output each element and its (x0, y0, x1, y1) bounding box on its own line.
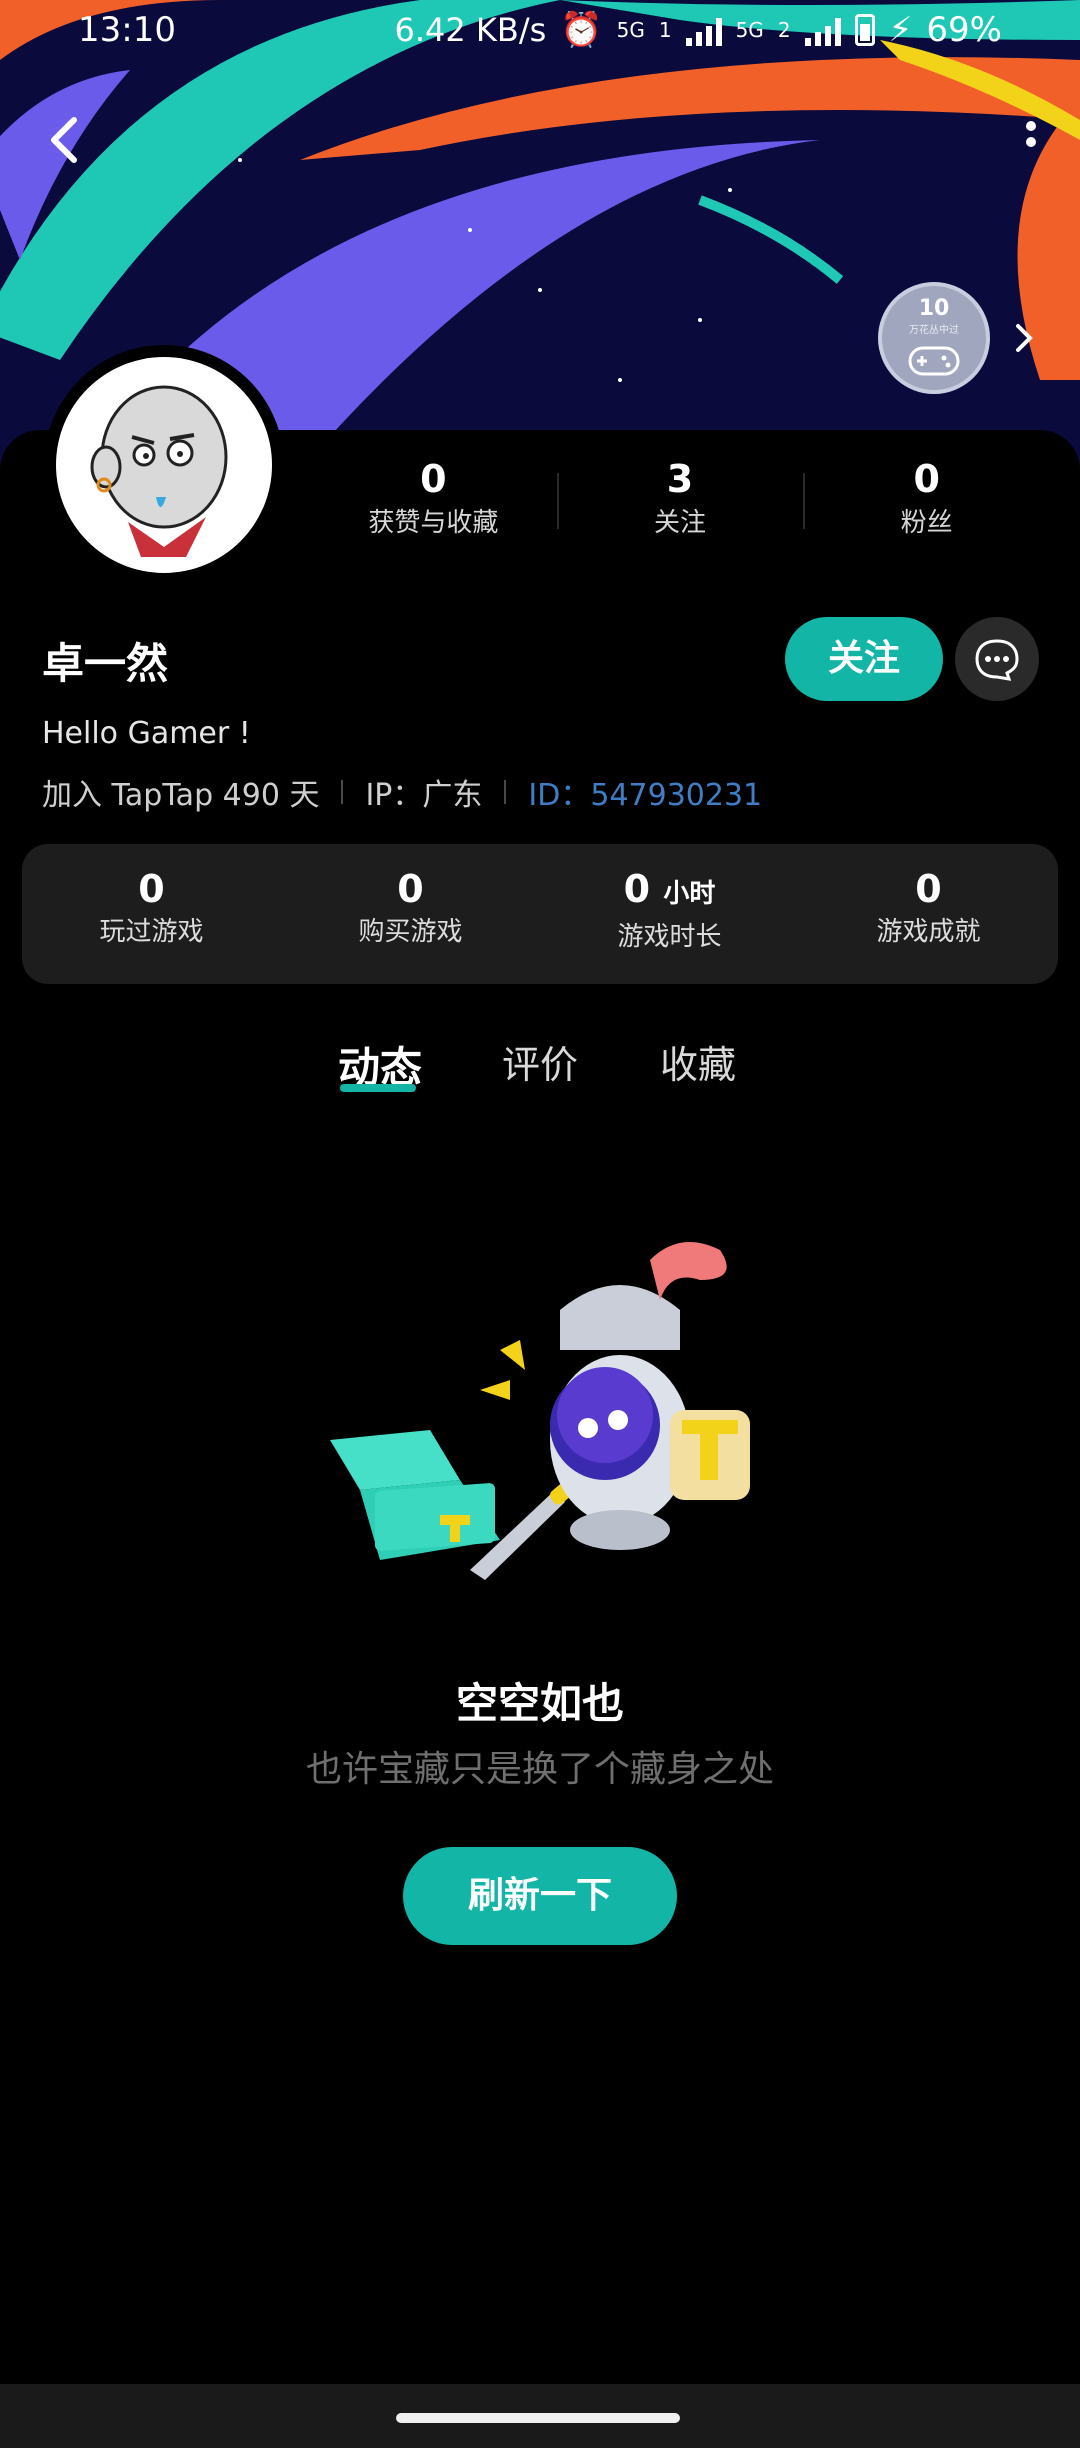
level-badge[interactable]: 10 万花丛中过 (878, 282, 990, 394)
game-stat-value: 0 (915, 867, 942, 911)
signal-label-2: 5G (735, 18, 764, 42)
game-stat-value: 0 小时 (623, 867, 716, 911)
divider (504, 780, 507, 804)
stat-label: 关注 (654, 508, 707, 538)
stat-value: 0 (913, 457, 940, 501)
status-time: 13:10 (78, 10, 176, 50)
stat-label: 粉丝 (900, 508, 953, 538)
game-stat-purchased[interactable]: 0 购买游戏 (281, 844, 540, 984)
content-tabs: 动态 评价 收藏 (0, 1030, 1080, 1130)
signal-icon (804, 14, 841, 46)
game-stat-played[interactable]: 0 玩过游戏 (22, 844, 281, 984)
sim-slot-2: 2 (777, 18, 791, 42)
profile-stats: 0 获赞与收藏 3 关注 0 粉丝 (310, 455, 1050, 545)
network-speed: 6.42 KB/s (394, 11, 547, 49)
game-stat-label: 游戏成就 (876, 917, 981, 947)
follow-button[interactable]: 关注 (785, 617, 943, 701)
game-stat-achievements[interactable]: 0 游戏成就 (799, 844, 1058, 984)
status-bar: 13:10 6.42 KB/s ⏰ 5G 1 5G 2 ⚡ 69% (0, 0, 1080, 64)
user-id[interactable]: ID：547930231 (528, 770, 762, 814)
empty-state-illustration (320, 1240, 800, 1580)
badge-title: 万花丛中过 (909, 325, 959, 336)
more-options-button[interactable] (1006, 110, 1056, 170)
more-vertical-icon (1026, 121, 1036, 147)
user-bio: Hello Gamer ! (42, 716, 251, 751)
game-stats-card: 0 玩过游戏 0 购买游戏 0 小时 游戏时长 0 游戏成就 (22, 844, 1058, 984)
stat-following[interactable]: 3 关注 (556, 455, 804, 545)
user-name: 卓一然 (42, 639, 169, 688)
charging-icon: ⚡ (888, 10, 913, 50)
message-button[interactable] (955, 617, 1039, 701)
game-stat-value: 0 (397, 867, 424, 911)
game-stat-label: 玩过游戏 (99, 917, 204, 947)
home-indicator[interactable] (396, 2413, 680, 2423)
ip-location: IP：广东 (365, 778, 483, 813)
empty-state-subtitle: 也许宝藏只是换了个藏身之处 (305, 1749, 774, 1790)
game-stat-label: 购买游戏 (358, 917, 463, 947)
badge-level: 10 (918, 296, 950, 321)
refresh-button[interactable]: 刷新一下 (403, 1847, 677, 1945)
battery-icon (854, 14, 875, 46)
user-meta: 加入 TapTap 490 天 IP：广东 ID：547930231 (42, 770, 762, 814)
alarm-icon: ⏰ (560, 10, 603, 50)
stat-value: 3 (666, 457, 694, 501)
game-stat-label: 游戏时长 (617, 922, 722, 952)
avatar[interactable] (44, 345, 284, 585)
signal-label-1: 5G (616, 18, 645, 42)
game-stat-value: 0 (138, 867, 165, 911)
tab-reviews[interactable]: 评价 (502, 1034, 578, 1089)
divider (341, 780, 344, 804)
chat-bubble-icon (975, 639, 1019, 681)
tab-favorites[interactable]: 收藏 (660, 1034, 736, 1089)
sim-slot-1: 1 (658, 18, 672, 42)
stat-likes[interactable]: 0 获赞与收藏 (310, 455, 557, 545)
battery-percent: 69% (926, 10, 1002, 50)
tab-active-indicator (340, 1084, 416, 1092)
back-button[interactable] (36, 110, 96, 170)
avatar-image (56, 357, 272, 573)
empty-state-title: 空空如也 (455, 1679, 624, 1728)
stat-value: 0 (420, 457, 447, 501)
game-stat-unit: 小时 (663, 879, 716, 909)
join-days: 加入 TapTap 490 天 (42, 778, 320, 813)
gamepad-icon (908, 346, 960, 376)
game-stat-playtime[interactable]: 0 小时 游戏时长 (540, 844, 799, 984)
signal-icon (685, 14, 722, 46)
stat-label: 获赞与收藏 (368, 508, 499, 538)
stat-followers[interactable]: 0 粉丝 (803, 455, 1050, 545)
badge-chevron-right-icon[interactable] (1008, 318, 1038, 358)
back-arrow-icon (51, 117, 77, 163)
